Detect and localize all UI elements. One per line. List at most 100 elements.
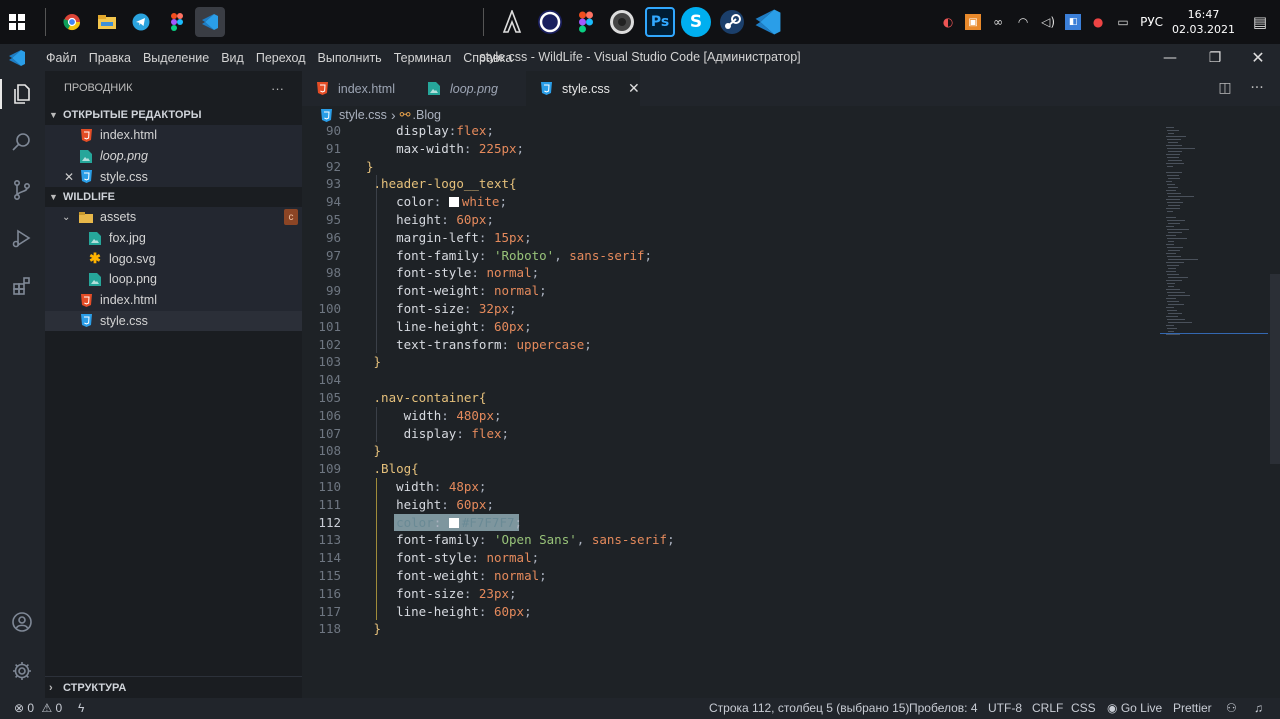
feedback-icon[interactable]: ⚇ xyxy=(1226,701,1237,715)
chrome-icon[interactable] xyxy=(57,7,87,37)
volume-icon[interactable]: ◁) xyxy=(1040,14,1056,30)
code-line[interactable]: 114 font-style: normal; xyxy=(302,549,1160,567)
code-line[interactable]: 102 text-transform: uppercase; xyxy=(302,336,1160,354)
assassins-creed-icon[interactable] xyxy=(497,7,527,37)
tree-file-loop-png[interactable]: loop.png xyxy=(45,269,302,290)
telegram-icon[interactable] xyxy=(126,7,156,37)
close-icon[interactable]: ✕ xyxy=(64,170,78,184)
menu-view[interactable]: Вид xyxy=(215,51,250,65)
code-line[interactable]: 107 display: flex; xyxy=(302,425,1160,443)
search-icon[interactable] xyxy=(7,127,37,157)
code-line[interactable]: 106 width: 480px; xyxy=(302,407,1160,425)
notifications-bell-icon[interactable]: ♫ xyxy=(1254,701,1263,715)
tab-style-css[interactable]: style.css ✕ xyxy=(526,71,640,106)
tree-file-fox-jpg[interactable]: fox.jpg xyxy=(45,227,302,249)
color-swatch-icon[interactable] xyxy=(448,197,459,208)
code-line[interactable]: 109 .Blog{ xyxy=(302,460,1160,478)
color-swatch-icon[interactable] xyxy=(448,517,459,528)
close-window-button[interactable]: ✕ xyxy=(1236,44,1280,71)
open-editor-style-css[interactable]: ✕ style.css xyxy=(45,166,302,188)
open-editors-section[interactable]: ▼ ОТКРЫТЫЕ РЕДАКТОРЫ xyxy=(45,105,302,125)
code-line[interactable]: 105 .nav-container{ xyxy=(302,389,1160,407)
split-editor-icon[interactable]: ◫ xyxy=(1216,79,1234,97)
code-line[interactable]: 104 xyxy=(302,371,1160,389)
remote-icon[interactable]: ϟ xyxy=(78,701,84,715)
code-line[interactable]: 108 } xyxy=(302,442,1160,460)
clock[interactable]: 16:47 02.03.2021 xyxy=(1172,7,1235,37)
cinema4d-icon[interactable] xyxy=(535,7,565,37)
extensions-icon[interactable] xyxy=(7,271,37,301)
app-tray-icon[interactable]: ◧ xyxy=(1065,14,1082,30)
skype-icon[interactable]: S xyxy=(681,7,711,37)
figma-icon[interactable] xyxy=(571,7,601,37)
tree-file-index-html[interactable]: index.html xyxy=(45,289,302,311)
app-tray-icon[interactable]: ▣ xyxy=(965,14,982,30)
accounts-icon[interactable] xyxy=(7,607,37,637)
code-line[interactable]: 99 font-weight: normal; xyxy=(302,282,1160,300)
vscode-icon[interactable] xyxy=(753,7,783,37)
tree-file-logo-svg[interactable]: ✱ logo.svg xyxy=(45,248,302,270)
more-actions-button[interactable]: ··· xyxy=(271,81,284,96)
menu-go[interactable]: Переход xyxy=(250,51,312,65)
code-line[interactable]: 117 line-height: 60px; xyxy=(302,603,1160,621)
code-line[interactable]: 94 color: white; xyxy=(302,193,1160,211)
breadcrumb-file[interactable]: style.css xyxy=(339,108,387,122)
eol-status[interactable]: CRLF xyxy=(1032,701,1063,715)
code-line[interactable]: 118 } xyxy=(302,620,1160,638)
menu-selection[interactable]: Выделение xyxy=(137,51,215,65)
wifi-icon[interactable]: ◠ xyxy=(1015,14,1031,30)
code-line[interactable]: 91 max-width: 225px; xyxy=(302,140,1160,158)
menu-edit[interactable]: Правка xyxy=(83,51,137,65)
code-line[interactable]: 116 font-size: 23px; xyxy=(302,585,1160,603)
tab-loop-png[interactable]: loop.png xyxy=(414,71,524,106)
go-live-button[interactable]: ◉ Go Live xyxy=(1107,701,1162,715)
code-line[interactable]: 101 line-height: 60px; xyxy=(302,318,1160,336)
figma-icon[interactable] xyxy=(162,7,192,37)
outline-section[interactable]: › СТРУКТУРА xyxy=(45,676,302,698)
code-line[interactable]: 115 font-weight: normal; xyxy=(302,567,1160,585)
code-line[interactable]: 92} xyxy=(302,158,1160,176)
code-line[interactable]: 111 height: 60px; xyxy=(302,496,1160,514)
problems-status[interactable]: ⊗ 0 ⚠ 0 xyxy=(14,701,62,715)
network-tray-icon[interactable]: ∞ xyxy=(990,14,1006,30)
breadcrumb-symbol[interactable]: .Blog xyxy=(413,108,442,122)
tab-index-html[interactable]: index.html xyxy=(302,71,412,106)
open-editor-index-html[interactable]: index.html xyxy=(45,125,302,146)
code-line[interactable]: 100 font-size: 32px; xyxy=(302,300,1160,318)
open-editor-loop-png[interactable]: loop.png xyxy=(45,145,302,167)
prettier-status[interactable]: Prettier xyxy=(1173,701,1212,715)
close-icon[interactable]: ✕ xyxy=(628,80,640,97)
code-line[interactable]: 96 margin-left: 15px; xyxy=(302,229,1160,247)
menu-help[interactable]: Справка xyxy=(457,51,518,65)
app-tray-icon[interactable]: ● xyxy=(1090,14,1106,30)
more-actions-icon[interactable]: ··· xyxy=(1248,79,1266,97)
tree-file-style-css[interactable]: style.css xyxy=(45,310,302,332)
code-editor[interactable]: 90 display:flex; 91 max-width: 225px; 92} 9… xyxy=(302,124,1160,698)
cursor-position[interactable]: Строка 112, столбец 5 (выбрано 15) xyxy=(709,701,909,715)
code-line[interactable]: 112 color: #F7F7F7; xyxy=(302,513,1160,532)
code-line[interactable]: 103 } xyxy=(302,353,1160,371)
code-line[interactable]: 90 display:flex; xyxy=(302,124,1160,140)
indentation-status[interactable]: Пробелов: 4 xyxy=(909,701,978,715)
app-tray-icon[interactable]: ◐ xyxy=(940,14,956,30)
tree-folder-assets[interactable]: ⌄ assets c xyxy=(45,207,302,228)
notifications-icon[interactable]: ▤ xyxy=(1252,13,1268,31)
code-line[interactable]: 97 font-family: 'Roboto', sans-serif; xyxy=(302,247,1160,265)
wildlife-section[interactable]: ▼ WILDLIFE xyxy=(45,187,302,207)
windows-start-icon[interactable] xyxy=(2,7,32,37)
menu-run[interactable]: Выполнить xyxy=(312,51,388,65)
minimap[interactable] xyxy=(1160,124,1270,698)
minimize-button[interactable]: — xyxy=(1148,44,1192,71)
encoding-status[interactable]: UTF-8 xyxy=(988,701,1022,715)
audio-app-icon[interactable] xyxy=(607,7,637,37)
language-mode[interactable]: CSS xyxy=(1071,701,1096,715)
file-explorer-icon[interactable] xyxy=(92,7,122,37)
code-line[interactable]: 110 width: 48px; xyxy=(302,478,1160,496)
language-indicator[interactable]: РУС xyxy=(1140,15,1163,29)
battery-icon[interactable]: ▭ xyxy=(1115,14,1131,30)
photoshop-icon[interactable]: Ps xyxy=(645,7,675,37)
code-line[interactable]: 113 font-family: 'Open Sans', sans-serif… xyxy=(302,531,1160,549)
menu-file[interactable]: Файл xyxy=(40,51,83,65)
source-control-icon[interactable] xyxy=(7,175,37,205)
explorer-icon[interactable] xyxy=(7,79,37,109)
